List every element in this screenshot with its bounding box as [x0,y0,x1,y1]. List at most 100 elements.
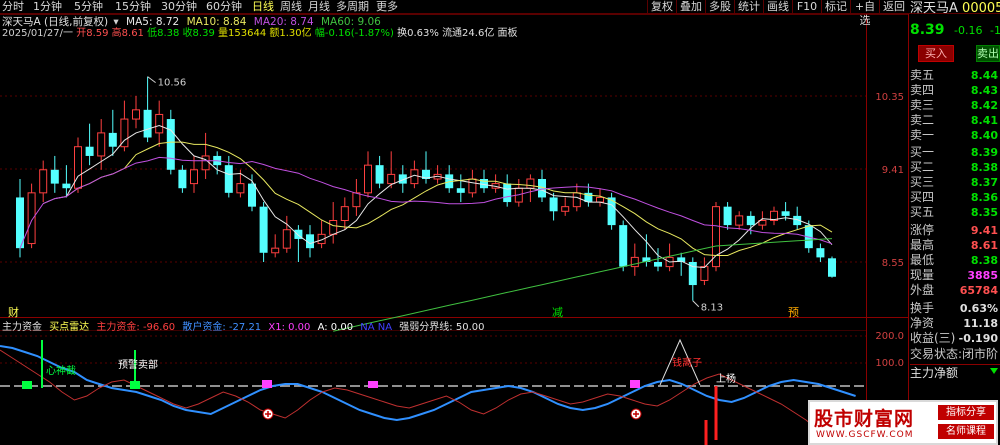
panel-menu[interactable]: 面板 [498,28,518,39]
high-value: 高8.61 [111,28,144,39]
candle-body [816,248,825,258]
na-value: NA NA [360,322,393,333]
candle-body [190,169,198,185]
stat2-row-1-value: 0.63% [959,302,998,315]
draw-line-button[interactable]: 画线 [763,0,792,14]
open-value: 开8.59 [76,28,109,39]
tab-15min[interactable]: 15分钟 [115,0,151,14]
candle-body [132,109,140,120]
watermark-title: 股市财富网 [814,408,915,430]
bid-row-2: 买二 8.38 [910,160,1000,175]
candle-body [166,119,175,170]
stat-row-1-label: 涨停 [910,223,935,237]
ind-note-3: 上杨 [716,372,736,385]
tab-monthly[interactable]: 月线 [308,0,330,14]
buy-button[interactable]: 买入 [918,45,954,62]
divide-value: 50.00 [455,322,485,333]
indicator-title[interactable]: 主力资金 [2,322,42,333]
low-label: 8.13 [701,303,723,314]
stat-row-2-label: 最高 [910,238,935,252]
main-fund-value: -96.60 [142,322,176,333]
tab-30min[interactable]: 30分钟 [161,0,197,14]
multi-stock-button[interactable]: 多股 [705,0,734,14]
candle-body [387,173,396,185]
panel-stock-code: 00005 [962,1,1000,16]
signal-magenta-2 [368,381,378,388]
candle-body [50,169,59,184]
candle-body [143,109,152,138]
tab-multi-period[interactable]: 多周期 [336,0,369,14]
stat-row-2-value: 8.61 [970,239,998,252]
float-value: 流通24.6亿 [442,28,495,39]
candle-body [329,220,338,235]
divide-label: 强弱分界线: [399,322,453,333]
ask-row-4-label: 卖二 [910,113,935,127]
stats-button[interactable]: 统计 [734,0,763,14]
stat-row-3: 最低 8.38 [910,253,1000,268]
tab-daily[interactable]: 日线 [252,0,274,14]
a-value: A: 0.00 [317,322,354,333]
candle-body [746,215,755,226]
ask-row-2-value: 8.43 [970,84,998,97]
ask-row-5-value: 8.40 [970,129,998,142]
overlay-button[interactable]: 叠加 [676,0,705,14]
stat2-row-3-value: -0.190 [958,332,998,345]
stat2-row-2-label: 净资 [910,316,935,330]
panel-stock-name: 深天马A [910,1,958,16]
candle-body [108,132,117,147]
high-pointer [147,76,156,84]
close-value: 收8.39 [182,28,215,39]
candle-body [85,146,94,156]
tab-fenshi[interactable]: 分时 [2,0,24,14]
tab-5min[interactable]: 5分钟 [74,0,103,14]
date-label: 2025/01/27/一 [2,28,74,39]
period-toolbar: 分时 1分钟 5分钟 15分钟 30分钟 60分钟 日线 周线 月线 多周期 更… [0,0,1000,27]
candle-body [224,165,233,193]
watermark-url: WWW.GSCFW.COM [816,430,914,440]
ask-row-1-value: 8.44 [970,69,998,82]
status-label: 交易状态: [910,347,963,361]
collapse-arrow-icon[interactable] [990,368,998,374]
low-pointer [692,300,700,308]
ask-row-5: 卖一 8.40 [910,128,1000,143]
x1-value: X1: 0.00 [268,322,311,333]
low-value: 低8.38 [147,28,180,39]
ask-row-4-value: 8.41 [970,114,998,127]
indicator-info-line: 主力资金 买点雷达 主力资金: -96.60 散户资金: -27.21 X1: … [2,321,484,335]
main-net-tab[interactable]: 主力净额 [910,364,1000,380]
watermark-logo: 股市财富网 WWW.GSCFW.COM 指标分享 名师课程 [808,400,998,445]
candle-body [201,155,210,171]
ohlc-info-line: 2025/01/27/一 开8.59 高8.61 低8.38 收8.39 量15… [2,27,518,41]
candle-body [456,188,465,193]
candle-body [282,229,291,249]
tab-1min[interactable]: 1分钟 [33,0,62,14]
turnover-value: 换0.63% [397,28,439,39]
candle-body [468,178,477,194]
status-value: 闭市阶 [962,347,999,361]
ind-note-2: 预警卖部 [118,358,158,371]
candle-body [178,169,187,189]
mark-button[interactable]: 标记 [821,0,850,14]
add-watchlist-button[interactable]: +自选 [850,0,879,27]
candle-body [27,192,36,245]
kline-chart[interactable]: 10.35 9.41 8.55 200.0 100.0 10.56 8.13 财 减 预心神截 预警… [0,0,908,445]
sell-button[interactable]: 卖出 [976,45,1000,62]
ind-note-1: 心神截 [46,364,76,377]
candle-body [781,211,790,216]
tab-weekly[interactable]: 周线 [280,0,302,14]
bid-row-4-value: 8.36 [970,191,998,204]
candle-body [630,256,639,268]
candle-body [62,183,71,189]
candle-body [340,206,349,222]
main-fund-label: 主力资金: [96,322,140,333]
tab-more[interactable]: 更多 [376,0,398,14]
f10-button[interactable]: F10 [792,0,821,14]
ask-row-2: 卖四 8.43 [910,83,1000,98]
back-button[interactable]: 返回 [879,0,908,14]
candle-body [549,197,558,212]
stat-row-5: 外盘 65784 [910,283,1000,298]
tab-60min[interactable]: 60分钟 [206,0,242,14]
stat-row-4-label: 现量 [910,268,935,282]
stat2-row-3: 收益(三) -0.190 [910,331,1000,346]
adjust-button[interactable]: 复权 [647,0,676,14]
